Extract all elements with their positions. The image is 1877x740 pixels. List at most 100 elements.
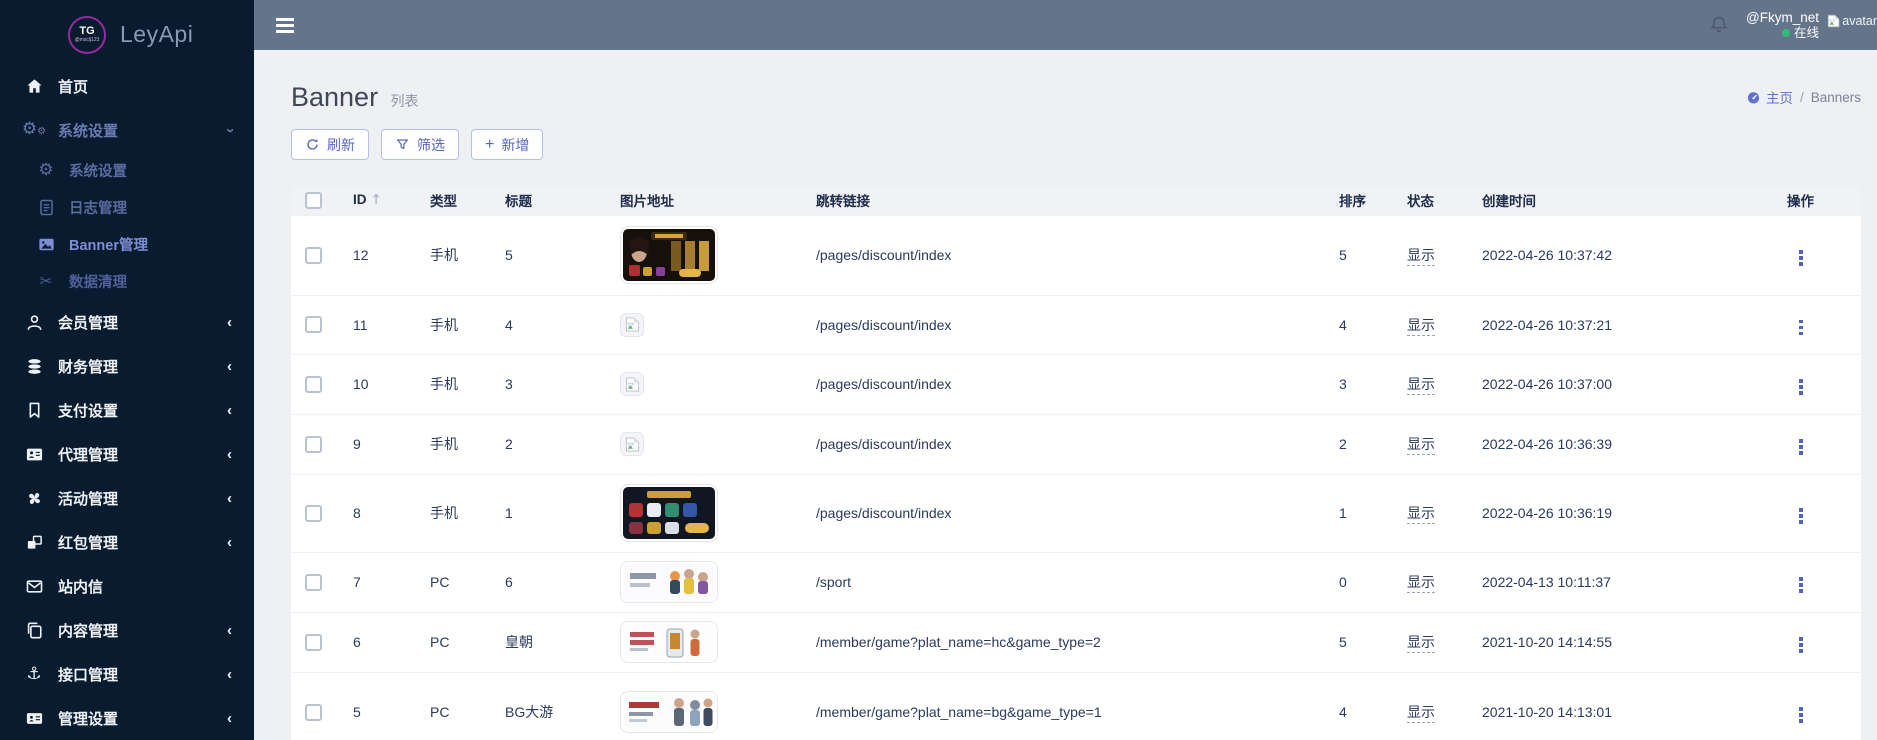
status-editable-link[interactable]: 显示 xyxy=(1407,505,1435,524)
main-content: Banner 列表 主页 / Banners 刷新 xyxy=(254,50,1877,740)
sidebar-item-log-file-1-1[interactable]: 日志管理 xyxy=(0,189,254,226)
sidebar-item-home-0[interactable]: 首页 xyxy=(0,64,254,108)
topbar: @Fkym_net 在线 avatar xyxy=(254,0,1877,50)
logo-badge-text: TG xyxy=(79,26,94,37)
sidebar-item-anchor-10[interactable]: ⚓接口管理‹ xyxy=(0,652,254,696)
sidebar-item-user-2[interactable]: 会员管理‹ xyxy=(0,300,254,344)
sidebar-item-bookmark-4[interactable]: 支付设置‹ xyxy=(0,388,254,432)
home-icon xyxy=(24,76,44,96)
banner-thumbnail-casino-ag-banner[interactable] xyxy=(620,226,718,284)
sidebar-item-scissors-1-3[interactable]: ✂数据清理 xyxy=(0,263,254,300)
chevron-left-icon: ‹ xyxy=(227,446,232,463)
breadcrumb-home-link[interactable]: 主页 xyxy=(1746,87,1793,107)
cell-id: 6 xyxy=(353,612,430,672)
row-checkbox[interactable] xyxy=(305,436,322,453)
row-checkbox[interactable] xyxy=(305,316,322,333)
header-checkbox-cell xyxy=(291,186,353,215)
sidebar-item-cubes-7[interactable]: 红包管理‹ xyxy=(0,520,254,564)
sidebar-item-copy-9[interactable]: 内容管理‹ xyxy=(0,608,254,652)
user-block: @Fkym_net 在线 xyxy=(1746,10,1819,41)
row-actions-menu-icon[interactable] xyxy=(1795,246,1807,270)
avatar[interactable]: avatar xyxy=(1827,13,1877,29)
status-editable-link[interactable]: 显示 xyxy=(1407,634,1435,653)
row-checkbox[interactable] xyxy=(305,247,322,264)
row-checkbox[interactable] xyxy=(305,634,322,651)
row-checkbox[interactable] xyxy=(305,376,322,393)
sidebar-item-id-card-11[interactable]: 管理设置‹ xyxy=(0,696,254,740)
sidebar-item-envelope-8[interactable]: 站内信 xyxy=(0,564,254,608)
sidebar-item-fan-6[interactable]: 活动管理‹ xyxy=(0,476,254,520)
page-header: Banner 列表 主页 / Banners xyxy=(291,50,1861,114)
cell-id: 9 xyxy=(353,414,430,474)
sidebar-item-label: 红包管理 xyxy=(58,532,118,553)
table-row: 5PCBG大游/member/game?plat_name=bg&game_ty… xyxy=(291,672,1861,740)
row-actions-menu-icon[interactable] xyxy=(1795,375,1807,399)
banner-thumbnail-casino-games-banner[interactable] xyxy=(620,484,718,542)
select-all-checkbox[interactable] xyxy=(305,192,322,209)
cell-image xyxy=(620,354,816,414)
status-editable-link[interactable]: 显示 xyxy=(1407,704,1435,723)
add-button[interactable]: + 新增 xyxy=(471,129,543,160)
row-checkbox[interactable] xyxy=(305,574,322,591)
refresh-button[interactable]: 刷新 xyxy=(291,129,369,160)
sidebar-item-image-1-2[interactable]: Banner管理 xyxy=(0,226,254,263)
filter-button[interactable]: 筛选 xyxy=(381,129,459,160)
banner-thumbnail-phone-promo-banner[interactable] xyxy=(620,621,718,663)
fan-icon xyxy=(24,488,44,508)
row-checkbox[interactable] xyxy=(305,704,322,721)
broken-image-icon[interactable] xyxy=(620,372,644,396)
plus-icon: + xyxy=(485,138,494,152)
cell-link: /pages/discount/index xyxy=(816,295,1339,354)
log-file-icon xyxy=(36,198,56,218)
cell-id: 8 xyxy=(353,474,430,552)
refresh-button-label: 刷新 xyxy=(327,135,355,155)
cell-image xyxy=(620,474,816,552)
broken-image-icon[interactable] xyxy=(620,432,644,456)
cell-created: 2022-04-26 10:36:39 xyxy=(1482,414,1762,474)
cell-status: 显示 xyxy=(1407,215,1482,295)
row-actions-menu-icon[interactable] xyxy=(1795,633,1807,657)
row-checkbox-cell xyxy=(291,474,353,552)
row-actions-menu-icon[interactable] xyxy=(1795,316,1807,340)
cell-type: 手机 xyxy=(430,215,505,295)
row-actions-menu-icon[interactable] xyxy=(1795,504,1807,528)
column-header-0[interactable]: ID↑ xyxy=(353,186,430,215)
cell-title: BG大游 xyxy=(505,672,620,740)
status-editable-link[interactable]: 显示 xyxy=(1407,247,1435,266)
row-actions-menu-icon[interactable] xyxy=(1795,573,1807,597)
sidebar-item-database-3[interactable]: 财务管理‹ xyxy=(0,344,254,388)
sidebar-item-gear-1-0[interactable]: ⚙系统设置 xyxy=(0,152,254,189)
sidebar-item-address-card-5[interactable]: 代理管理‹ xyxy=(0,432,254,476)
cell-sort: 1 xyxy=(1339,474,1407,552)
status-editable-link[interactable]: 显示 xyxy=(1407,436,1435,455)
refresh-icon xyxy=(305,137,320,152)
cell-created: 2021-10-20 14:14:55 xyxy=(1482,612,1762,672)
column-header-7: 创建时间 xyxy=(1482,186,1762,215)
cell-actions xyxy=(1762,612,1861,672)
sidebar-item-gears-1[interactable]: ⚙⚙系统设置‹ xyxy=(0,108,254,152)
banner-thumbnail-sports-banner[interactable] xyxy=(620,561,718,603)
username: @Fkym_net xyxy=(1746,10,1819,26)
user-icon xyxy=(24,312,44,332)
row-actions-menu-icon[interactable] xyxy=(1795,703,1807,727)
cell-image xyxy=(620,295,816,354)
row-actions-menu-icon[interactable] xyxy=(1795,435,1807,459)
status-editable-link[interactable]: 显示 xyxy=(1407,376,1435,395)
cell-title: 5 xyxy=(505,215,620,295)
broken-image-icon[interactable] xyxy=(620,313,644,337)
notification-bell-icon[interactable] xyxy=(1708,14,1730,36)
hamburger-menu-icon[interactable] xyxy=(276,15,294,36)
avatar-alt-text: avatar xyxy=(1842,14,1877,28)
sidebar-item-label: 日志管理 xyxy=(69,197,127,218)
cell-type: PC xyxy=(430,672,505,740)
sidebar-item-label: 系统设置 xyxy=(58,120,118,141)
row-checkbox[interactable] xyxy=(305,505,322,522)
chevron-left-icon: ‹ xyxy=(227,358,232,375)
status-editable-link[interactable]: 显示 xyxy=(1407,317,1435,336)
cell-sort: 5 xyxy=(1339,215,1407,295)
banner-thumbnail-bg-game-banner[interactable] xyxy=(620,691,718,733)
sidebar-item-label: 活动管理 xyxy=(58,488,118,509)
sidebar-item-label: 系统设置 xyxy=(69,160,127,181)
toolbar: 刷新 筛选 + 新增 xyxy=(291,129,1861,160)
status-editable-link[interactable]: 显示 xyxy=(1407,574,1435,593)
